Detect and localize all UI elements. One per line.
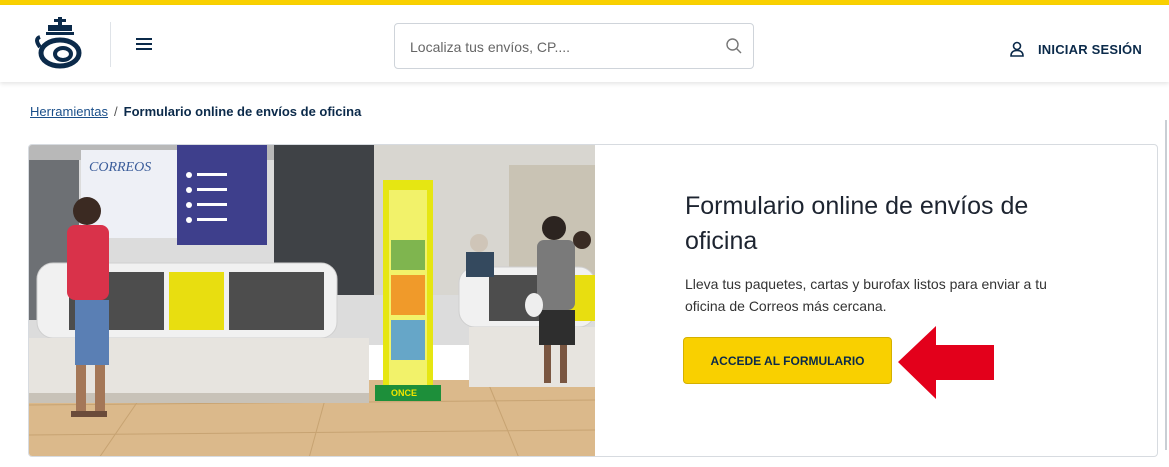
breadcrumb: Herramientas / Formulario online de envíos… bbox=[30, 104, 361, 119]
breadcrumb-separator: / bbox=[114, 104, 118, 119]
login-label: INICIAR SESIÓN bbox=[1038, 41, 1142, 57]
search-box bbox=[394, 23, 754, 69]
login-link[interactable]: INICIAR SESIÓN bbox=[1010, 41, 1142, 57]
access-form-button[interactable]: ACCEDE AL FORMULARIO bbox=[683, 337, 892, 384]
post-office-photo: CORREOS ONCE bbox=[29, 145, 595, 456]
correos-sign-text: CORREOS bbox=[89, 160, 151, 175]
correos-logo-icon[interactable] bbox=[30, 17, 90, 72]
user-icon bbox=[1010, 41, 1024, 57]
once-sign-text: ONCE bbox=[391, 388, 417, 398]
header-divider bbox=[110, 22, 111, 67]
office-form-card: CORREOS ONCE Formulario online de envíos… bbox=[28, 144, 1158, 457]
hamburger-menu-icon[interactable] bbox=[136, 38, 152, 50]
site-header: INICIAR SESIÓN bbox=[0, 5, 1169, 82]
card-description: Lleva tus paquetes, cartas y burofax lis… bbox=[685, 276, 1047, 314]
search-input[interactable] bbox=[408, 36, 712, 58]
scrollbar[interactable] bbox=[1165, 120, 1167, 450]
red-arrow-annotation-icon bbox=[898, 326, 994, 399]
breadcrumb-current: Formulario online de envíos de oficina bbox=[123, 104, 362, 119]
breadcrumb-link-herramientas[interactable]: Herramientas bbox=[30, 104, 108, 119]
card-title: Formulario online de envíos de oficina bbox=[685, 192, 1029, 255]
search-icon[interactable] bbox=[725, 37, 743, 55]
